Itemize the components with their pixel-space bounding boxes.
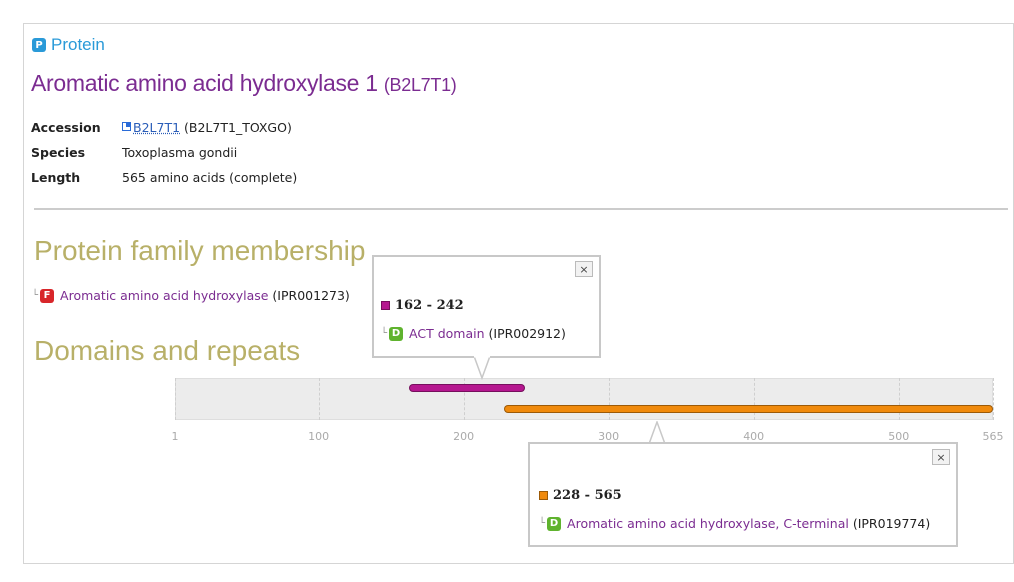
protein-section-label: Protein [51, 35, 105, 54]
domain-track [175, 378, 993, 420]
tree-branch-icon: └ [381, 328, 388, 339]
species-label: Species [31, 145, 86, 160]
page-title: Aromatic amino acid hydroxylase 1 (B2L7T… [31, 70, 457, 97]
domain-bar[interactable] [408, 384, 525, 392]
protein-section-header: P Protein [32, 35, 105, 55]
protein-badge-icon: P [32, 38, 46, 52]
family-entry: └ F Aromatic amino acid hydroxylase (IPR… [32, 288, 350, 303]
family-id: (IPR001273) [272, 288, 350, 303]
axis-tick-label: 200 [453, 430, 475, 443]
axis-gridline [898, 378, 900, 420]
axis-tick-label: 1 [171, 430, 179, 443]
domain-color-swatch [539, 491, 548, 500]
tree-branch-icon: └ [32, 290, 39, 301]
axis-tick-label: 565 [982, 430, 1004, 443]
tree-branch-icon: └ [539, 518, 546, 529]
domain-color-swatch [381, 301, 390, 310]
domain-link[interactable]: ACT domain [409, 326, 484, 341]
domain-range-label: 162 - 242 [395, 298, 464, 313]
protein-accession: (B2L7T1) [383, 75, 457, 95]
family-link[interactable]: Aromatic amino acid hydroxylase [60, 288, 268, 303]
domain-range: 228 - 565 [539, 488, 622, 503]
domain-popup-act: × 162 - 242 └ D ACT domain (IPR002912) [372, 255, 601, 358]
domain-badge-icon: D [389, 326, 404, 341]
domains-heading: Domains and repeats [34, 335, 301, 366]
domain-bar[interactable] [504, 405, 993, 413]
family-heading: Protein family membership [34, 235, 366, 266]
divider [34, 208, 1008, 210]
domain-range: 162 - 242 [381, 298, 464, 313]
protein-name: Aromatic amino acid hydroxylase 1 [31, 70, 378, 96]
close-icon[interactable]: × [575, 261, 593, 277]
domain-entry: └ D ACT domain (IPR002912) [381, 326, 566, 341]
domain-popup-cterminal: × 228 - 565 └ D Aromatic amino acid hydr… [528, 442, 958, 547]
axis-gridline [993, 378, 994, 420]
domain-id: (IPR019774) [852, 516, 931, 531]
length-label: Length [31, 170, 81, 185]
family-badge-icon: F [40, 288, 55, 303]
domain-id: (IPR002912) [488, 326, 566, 341]
domain-entry: └ D Aromatic amino acid hydroxylase, C-t… [539, 516, 930, 531]
domain-range-label: 228 - 565 [553, 488, 622, 503]
axis-gridline [753, 378, 755, 420]
axis-gridline [608, 378, 610, 420]
popup-pointer [474, 356, 490, 380]
domain-badge-icon: D [547, 516, 562, 531]
axis-gridline [318, 378, 320, 420]
accession-id: (B2L7T1_TOXGO) [184, 120, 292, 135]
accession-label: Accession [31, 120, 101, 135]
external-link-icon [122, 122, 131, 131]
species-value: Toxoplasma gondii [122, 145, 238, 160]
length-value: 565 amino acids (complete) [122, 170, 298, 185]
axis-tick-label: 100 [308, 430, 330, 443]
close-icon[interactable]: × [932, 449, 950, 465]
axis-gridline [175, 378, 176, 420]
accession-link[interactable]: B2L7T1 [133, 120, 180, 135]
domain-link[interactable]: Aromatic amino acid hydroxylase, C-termi… [567, 516, 849, 531]
